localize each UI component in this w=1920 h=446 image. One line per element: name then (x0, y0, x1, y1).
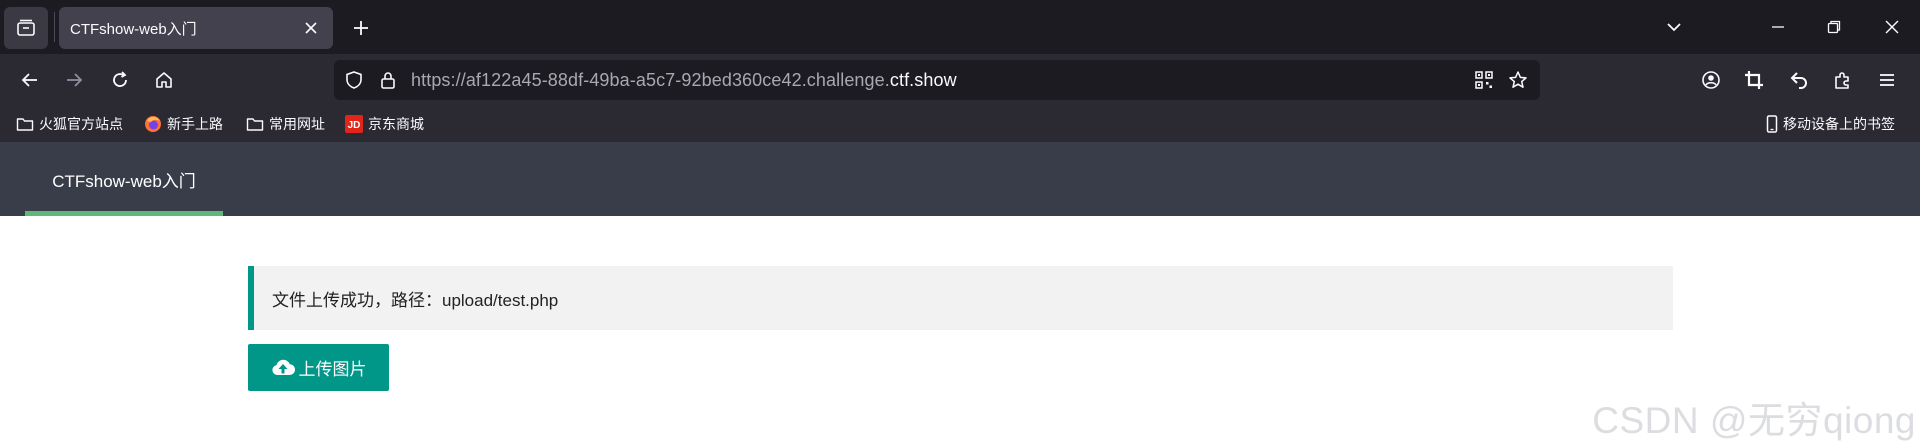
bookmark-label: 火狐官方站点 (39, 116, 123, 132)
forward-button[interactable] (56, 62, 92, 98)
arrow-left-icon (21, 73, 37, 87)
minimize-icon (1772, 26, 1784, 28)
firefox-icon (144, 115, 162, 133)
crop-icon (1745, 71, 1763, 89)
bookmark-label: 新手上路 (167, 116, 223, 132)
reload-icon (113, 71, 127, 87)
cloud-upload-icon (271, 359, 295, 377)
close-window-button[interactable] (1872, 8, 1912, 46)
bookmarks-toolbar: 火狐官方站点 新手上路 常用网址 JD 京东商城 移动设备上的书签 (0, 106, 1920, 142)
extensions-button[interactable] (1825, 62, 1861, 98)
puzzle-icon (1835, 72, 1849, 89)
minimize-button[interactable] (1758, 8, 1798, 46)
url-prefix: https://af122a45-88df-49ba-a5c7-92bed360… (411, 70, 890, 90)
arrow-right-icon (67, 73, 83, 87)
home-button[interactable] (146, 62, 182, 98)
nav-item-ctfshow-web[interactable]: CTFshow-web入门 (25, 142, 223, 216)
bookmark-label: 常用网址 (269, 116, 325, 132)
browser-chrome: CTFshow-web入门 https://af122a45-88df-49ba… (0, 0, 1920, 142)
account-icon (1702, 71, 1720, 89)
close-icon (1885, 20, 1899, 34)
nav-active-indicator (25, 211, 223, 216)
tab-bar: CTFshow-web入门 (0, 0, 1920, 54)
plus-icon (354, 21, 368, 35)
mobile-bookmarks[interactable]: 移动设备上的书签 (1766, 112, 1895, 136)
account-button[interactable] (1693, 62, 1729, 98)
tab-overview-button[interactable] (4, 7, 48, 49)
folder-icon (246, 116, 264, 132)
bookmark-star-button[interactable] (1502, 64, 1534, 96)
qr-code-icon (1475, 71, 1493, 89)
hamburger-menu-icon (1880, 74, 1894, 86)
tab-separator (54, 12, 55, 42)
tab-close-button[interactable] (295, 12, 327, 44)
notice-text: 文件上传成功，路径：upload/test.php (272, 290, 559, 310)
new-tab-button[interactable] (345, 12, 377, 44)
url-domain: ctf.show (889, 70, 957, 90)
restore-icon (1827, 20, 1841, 34)
tracking-protection-button[interactable] (338, 64, 370, 96)
lock-icon (381, 72, 395, 89)
url-bar[interactable]: https://af122a45-88df-49ba-a5c7-92bed360… (334, 60, 1540, 100)
url-text[interactable]: https://af122a45-88df-49ba-a5c7-92bed360… (411, 70, 957, 91)
chevron-down-icon (1667, 23, 1681, 32)
mobile-bookmarks-label: 移动设备上的书签 (1783, 116, 1895, 132)
bookmark-getting-started[interactable]: 新手上路 (144, 112, 223, 136)
home-icon (156, 72, 172, 88)
undo-button[interactable] (1781, 62, 1817, 98)
upload-image-button[interactable]: 上传图片 (248, 344, 389, 391)
tab-list-icon (17, 19, 35, 36)
restore-button[interactable] (1814, 8, 1854, 46)
screenshot-button[interactable] (1736, 62, 1772, 98)
mobile-device-icon (1766, 115, 1778, 133)
site-info-button[interactable] (372, 64, 404, 96)
bookmark-jd-mall[interactable]: JD 京东商城 (345, 112, 424, 136)
qr-code-button[interactable] (1468, 64, 1500, 96)
jd-icon: JD (345, 115, 363, 133)
site-nav: CTFshow-web入门 (0, 142, 1920, 216)
star-icon (1509, 71, 1527, 88)
upload-success-notice: 文件上传成功，路径：upload/test.php (248, 266, 1673, 330)
folder-icon (16, 116, 34, 132)
bookmark-label: 京东商城 (368, 116, 424, 132)
menu-button[interactable] (1869, 62, 1905, 98)
close-icon (305, 22, 317, 34)
back-button[interactable] (12, 62, 48, 98)
undo-icon (1790, 72, 1807, 89)
bookmark-firefox-site[interactable]: 火狐官方站点 (16, 112, 123, 136)
svg-text:JD: JD (348, 120, 361, 131)
csdn-watermark: CSDN @无穷qiong (1592, 400, 1916, 441)
navigation-toolbar: https://af122a45-88df-49ba-a5c7-92bed360… (0, 54, 1920, 106)
shield-icon (346, 71, 362, 89)
tab-title: CTFshow-web入门 (70, 20, 197, 38)
list-all-tabs-button[interactable] (1654, 8, 1694, 46)
bookmark-common-sites[interactable]: 常用网址 (246, 112, 325, 136)
reload-button[interactable] (102, 62, 138, 98)
upload-button-label: 上传图片 (298, 360, 367, 379)
tab-ctfshow[interactable]: CTFshow-web入门 (59, 7, 333, 49)
